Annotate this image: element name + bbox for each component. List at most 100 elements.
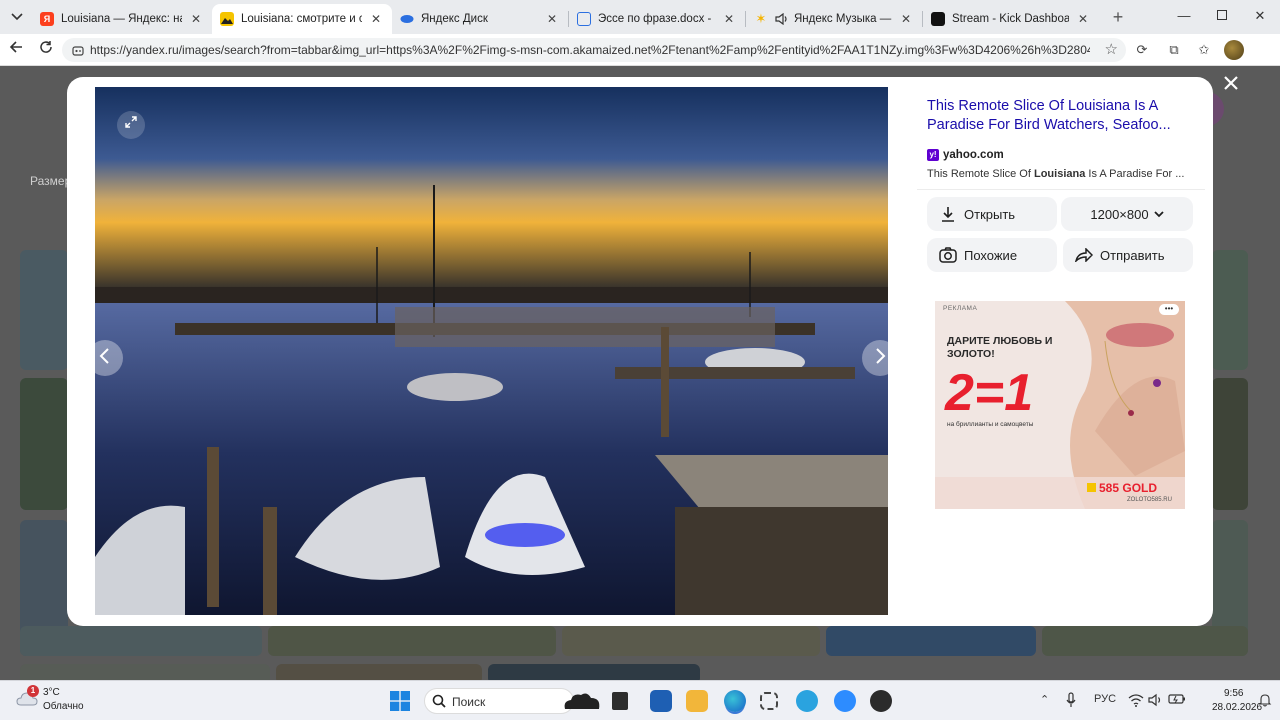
ad-brand: 585 GOLD: [1087, 481, 1157, 495]
tab-title: Яндекс Музыка — собир: [794, 13, 892, 25]
favorites-icon[interactable]: ✩: [1196, 42, 1212, 58]
taskbar-search[interactable]: Поиск: [424, 688, 600, 714]
windows-start-icon[interactable]: [390, 691, 410, 711]
chevron-left-icon: [99, 348, 109, 364]
size-filter[interactable]: Размер: [30, 174, 71, 188]
wifi-icon[interactable]: [1128, 693, 1144, 707]
tab-kick[interactable]: Stream - Kick Dashboard ✕: [923, 4, 1099, 34]
yandex-images-icon: [220, 12, 234, 26]
camera-search-icon: [939, 246, 957, 264]
language-indicator[interactable]: РУС: [1094, 693, 1116, 705]
preview-image[interactable]: [95, 87, 888, 615]
clock-date[interactable]: 28.02.2026: [1212, 702, 1262, 713]
share-arrow-icon: [1075, 246, 1093, 264]
volume-icon[interactable]: [1148, 693, 1164, 707]
expand-icon: [125, 116, 137, 128]
store-icon[interactable]: [650, 690, 672, 712]
divider: [917, 189, 1205, 190]
share-label: Отправить: [1100, 247, 1165, 263]
result-thumbnail[interactable]: [20, 664, 270, 680]
tab-close-icon[interactable]: ✕: [188, 12, 204, 26]
browser-toolbar: https://yandex.ru/images/search?from=tab…: [0, 34, 1280, 66]
tab-close-icon[interactable]: ✕: [721, 12, 737, 26]
reload-icon: [40, 41, 52, 53]
clock-time[interactable]: 9:56: [1224, 688, 1243, 699]
tab-yandex-music[interactable]: ✶ Яндекс Музыка — собир ✕: [746, 4, 922, 34]
size-select[interactable]: 1200×800: [1061, 197, 1193, 231]
source-snippet: This Remote Slice Of Louisiana Is A Para…: [927, 168, 1197, 180]
tab-yandex-images[interactable]: Louisiana: смотрите и скачива ✕: [212, 4, 392, 34]
similar-images-button[interactable]: Похожие: [927, 238, 1057, 272]
result-thumbnail[interactable]: [1212, 250, 1248, 370]
ad-brand-logo-icon: [1087, 483, 1096, 492]
result-thumbnail[interactable]: [1042, 626, 1248, 656]
size-label: 1200×800: [1090, 206, 1149, 222]
bookmark-star-icon[interactable]: ☆: [1105, 40, 1118, 58]
maximize-button[interactable]: [1212, 6, 1232, 26]
url-text[interactable]: https://yandex.ru/images/search?from=tab…: [90, 43, 1090, 57]
site-info-icon[interactable]: [70, 42, 86, 58]
speaker-icon[interactable]: [775, 13, 789, 25]
result-thumbnail[interactable]: [268, 626, 556, 656]
tab-title: Stream - Kick Dashboard: [952, 13, 1069, 25]
yandex-music-icon: ✶: [755, 11, 767, 26]
ad-headline: ДАРИТЕ ЛЮБОВЬ И ЗОЛОТО!: [947, 335, 1053, 360]
tab-close-icon[interactable]: ✕: [544, 12, 560, 26]
ad-offer: 2=1: [945, 364, 1034, 422]
app-icon[interactable]: [870, 690, 892, 712]
result-thumbnail[interactable]: [488, 664, 700, 680]
reload-button[interactable]: [36, 40, 56, 60]
tab-title: Louisiana: смотрите и скачива: [241, 13, 362, 25]
close-icon: [1224, 76, 1238, 90]
result-thumbnail[interactable]: [826, 626, 1036, 656]
extensions-icon[interactable]: ⟳: [1134, 42, 1150, 58]
tab-close-icon[interactable]: ✕: [368, 12, 384, 26]
chevron-right-icon: [876, 348, 886, 364]
next-image-button[interactable]: [862, 340, 898, 376]
tab-close-icon[interactable]: ✕: [898, 12, 914, 26]
result-thumbnail[interactable]: [20, 378, 68, 510]
previous-image-button[interactable]: [87, 340, 123, 376]
tray-overflow-icon[interactable]: ⌃: [1040, 693, 1049, 706]
file-explorer-icon[interactable]: [686, 690, 708, 712]
tab-yandex-search[interactable]: Я Louisiana — Яндекс: нашлось ✕: [32, 4, 212, 34]
minimize-button[interactable]: —: [1174, 6, 1194, 26]
weather-condition[interactable]: Облачно: [43, 701, 84, 712]
image-viewer-modal: This Remote Slice Of Louisiana Is A Para…: [67, 77, 1213, 626]
snipping-tool-icon[interactable]: [760, 692, 778, 710]
ad-brand-text: 585 GOLD: [1099, 481, 1158, 495]
fullscreen-button[interactable]: [117, 111, 145, 139]
split-screen-icon[interactable]: ⧉: [1166, 42, 1182, 58]
similar-label: Похожие: [964, 247, 1018, 263]
ad-menu-button[interactable]: •••: [1159, 304, 1179, 315]
zoom-icon[interactable]: [834, 690, 856, 712]
tab-list-button[interactable]: [6, 7, 28, 27]
result-thumbnail[interactable]: [1212, 378, 1248, 510]
result-thumbnail[interactable]: [20, 626, 262, 656]
weather-temperature[interactable]: 3°C: [43, 687, 60, 698]
advertisement-banner[interactable]: РЕКЛАМА ••• ДАРИТЕ ЛЮБОВЬ И ЗОЛОТО! 2=1 …: [935, 301, 1185, 509]
window-close-button[interactable]: ✕: [1250, 6, 1270, 26]
close-viewer-button[interactable]: [1220, 73, 1242, 95]
telegram-icon[interactable]: [796, 690, 818, 712]
new-tab-button[interactable]: +: [1108, 7, 1128, 27]
tab-docs[interactable]: Эссе по фразе.docx - Яндекс ✕: [569, 4, 745, 34]
battery-icon[interactable]: [1168, 693, 1186, 705]
tab-close-icon[interactable]: ✕: [1075, 12, 1091, 26]
source-domain: yahoo.com: [943, 149, 1004, 161]
result-thumbnail[interactable]: [276, 664, 482, 680]
notifications-bell-icon[interactable]: [1258, 693, 1272, 707]
task-view-icon[interactable]: [612, 692, 628, 710]
back-button[interactable]: [6, 40, 26, 60]
profile-avatar[interactable]: [1224, 40, 1244, 60]
result-thumbnail[interactable]: [20, 250, 68, 370]
edge-icon[interactable]: [724, 690, 746, 712]
open-image-button[interactable]: Открыть: [927, 197, 1057, 231]
source-page-title-link[interactable]: This Remote Slice Of Louisiana Is A Para…: [927, 97, 1189, 135]
source-site[interactable]: y! yahoo.com: [927, 149, 1004, 161]
microphone-icon[interactable]: [1066, 692, 1076, 708]
result-thumbnail[interactable]: [562, 626, 820, 656]
address-bar[interactable]: https://yandex.ru/images/search?from=tab…: [62, 38, 1126, 62]
tab-yandex-disk[interactable]: Яндекс Диск ✕: [392, 4, 568, 34]
share-button[interactable]: Отправить: [1063, 238, 1193, 272]
